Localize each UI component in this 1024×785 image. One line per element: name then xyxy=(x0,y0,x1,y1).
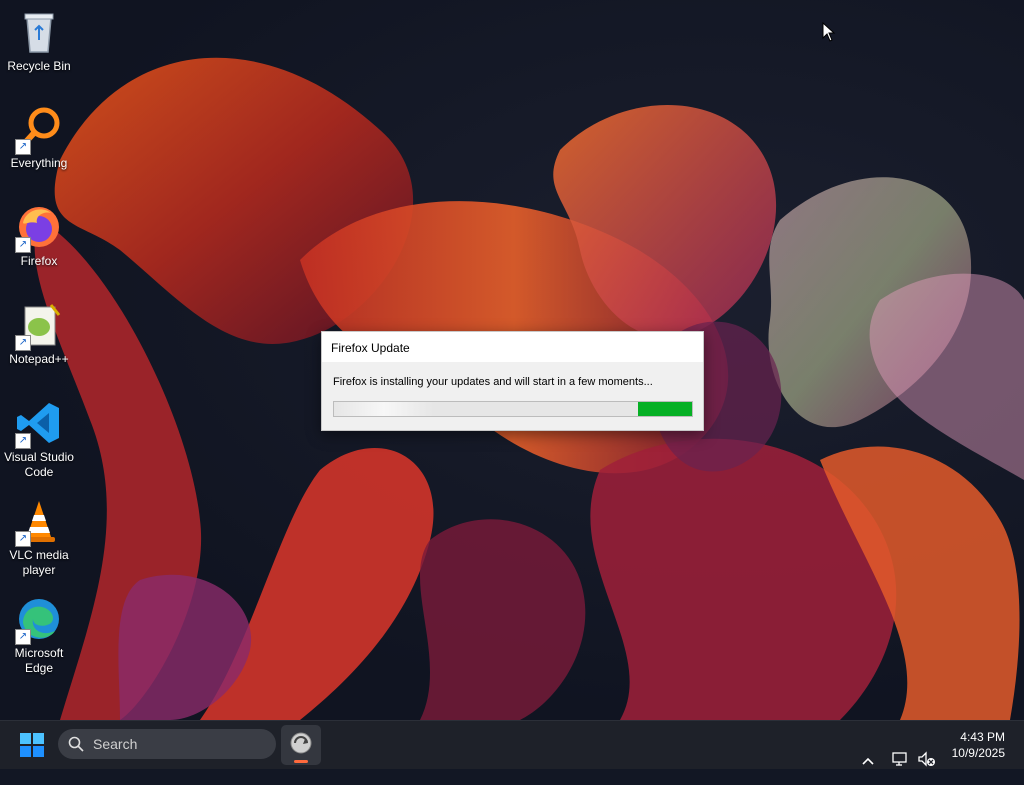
desktop-icon-label: Recycle Bin xyxy=(7,59,71,73)
vlc-icon: ↗ xyxy=(15,497,63,547)
desktop-icon-label-line2: Code xyxy=(24,465,54,479)
shortcut-arrow-icon: ↗ xyxy=(15,335,31,351)
desktop-icon-everything[interactable]: ↗ Everything xyxy=(2,105,76,171)
running-indicator xyxy=(294,760,308,763)
desktop-icon-label: Notepad++ xyxy=(9,352,69,366)
taskbar-clock[interactable]: 4:43 PM 10/9/2025 xyxy=(952,729,1005,761)
shortcut-arrow-icon: ↗ xyxy=(15,139,31,155)
shortcut-arrow-icon: ↗ xyxy=(15,237,31,253)
recycle-bin-icon xyxy=(15,8,63,56)
desktop-icon-edge[interactable]: ↗ Microsoft Edge xyxy=(2,595,76,676)
edge-icon: ↗ xyxy=(15,595,63,645)
start-button[interactable] xyxy=(14,730,50,760)
firefox-update-dialog: Firefox Update Firefox is installing you… xyxy=(321,331,704,431)
firefox-icon: ↗ xyxy=(15,203,63,253)
desktop-icon-vlc[interactable]: ↗ VLC media player xyxy=(2,497,76,578)
desktop-icon-notepad-plus-plus[interactable]: ↗ Notepad++ xyxy=(2,301,76,367)
clock-date: 10/9/2025 xyxy=(951,746,1005,760)
update-progress-bar xyxy=(333,401,693,417)
firefox-updater-icon xyxy=(290,732,312,754)
network-icon[interactable] xyxy=(891,735,909,783)
desktop-icon-label-line1: VLC media xyxy=(9,548,69,562)
taskbar: Search 4:43 PM 10/9/2025 xyxy=(0,720,1024,769)
mouse-cursor-icon xyxy=(822,22,836,42)
desktop-icon-label: Firefox xyxy=(20,254,58,268)
desktop-icon-label-line2: player xyxy=(22,563,56,577)
clock-time: 4:43 PM xyxy=(960,730,1005,744)
desktop-icon-label-line2: Edge xyxy=(24,661,54,675)
notepad-plus-plus-icon: ↗ xyxy=(15,301,63,351)
desktop-icon-firefox[interactable]: ↗ Firefox xyxy=(2,203,76,269)
search-icon xyxy=(68,736,84,752)
desktop-icon-label-line1: Microsoft xyxy=(14,646,64,660)
shortcut-arrow-icon: ↗ xyxy=(15,531,31,547)
vscode-icon: ↗ xyxy=(15,399,63,449)
search-placeholder: Search xyxy=(93,736,138,752)
taskbar-search-box[interactable]: Search xyxy=(58,729,276,759)
desktop-icon-label-line1: Visual Studio xyxy=(4,450,74,464)
progress-marquee xyxy=(334,402,434,416)
dialog-message: Firefox is installing your updates and w… xyxy=(333,376,653,388)
desktop-icon-recycle-bin[interactable]: Recycle Bin xyxy=(2,8,76,74)
volume-muted-icon[interactable] xyxy=(917,735,937,783)
desktop-icon-label: Everything xyxy=(10,156,68,170)
shortcut-arrow-icon: ↗ xyxy=(15,629,31,645)
taskbar-app-firefox-updater[interactable] xyxy=(281,725,321,765)
everything-search-icon: ↗ xyxy=(15,105,63,155)
show-hidden-icons-chevron-icon[interactable] xyxy=(860,737,876,785)
progress-fill xyxy=(638,402,692,416)
windows-logo-icon xyxy=(20,733,44,757)
desktop-icon-vscode[interactable]: ↗ Visual Studio Code xyxy=(2,399,76,480)
shortcut-arrow-icon: ↗ xyxy=(15,433,31,449)
dialog-title: Firefox Update xyxy=(331,341,410,355)
